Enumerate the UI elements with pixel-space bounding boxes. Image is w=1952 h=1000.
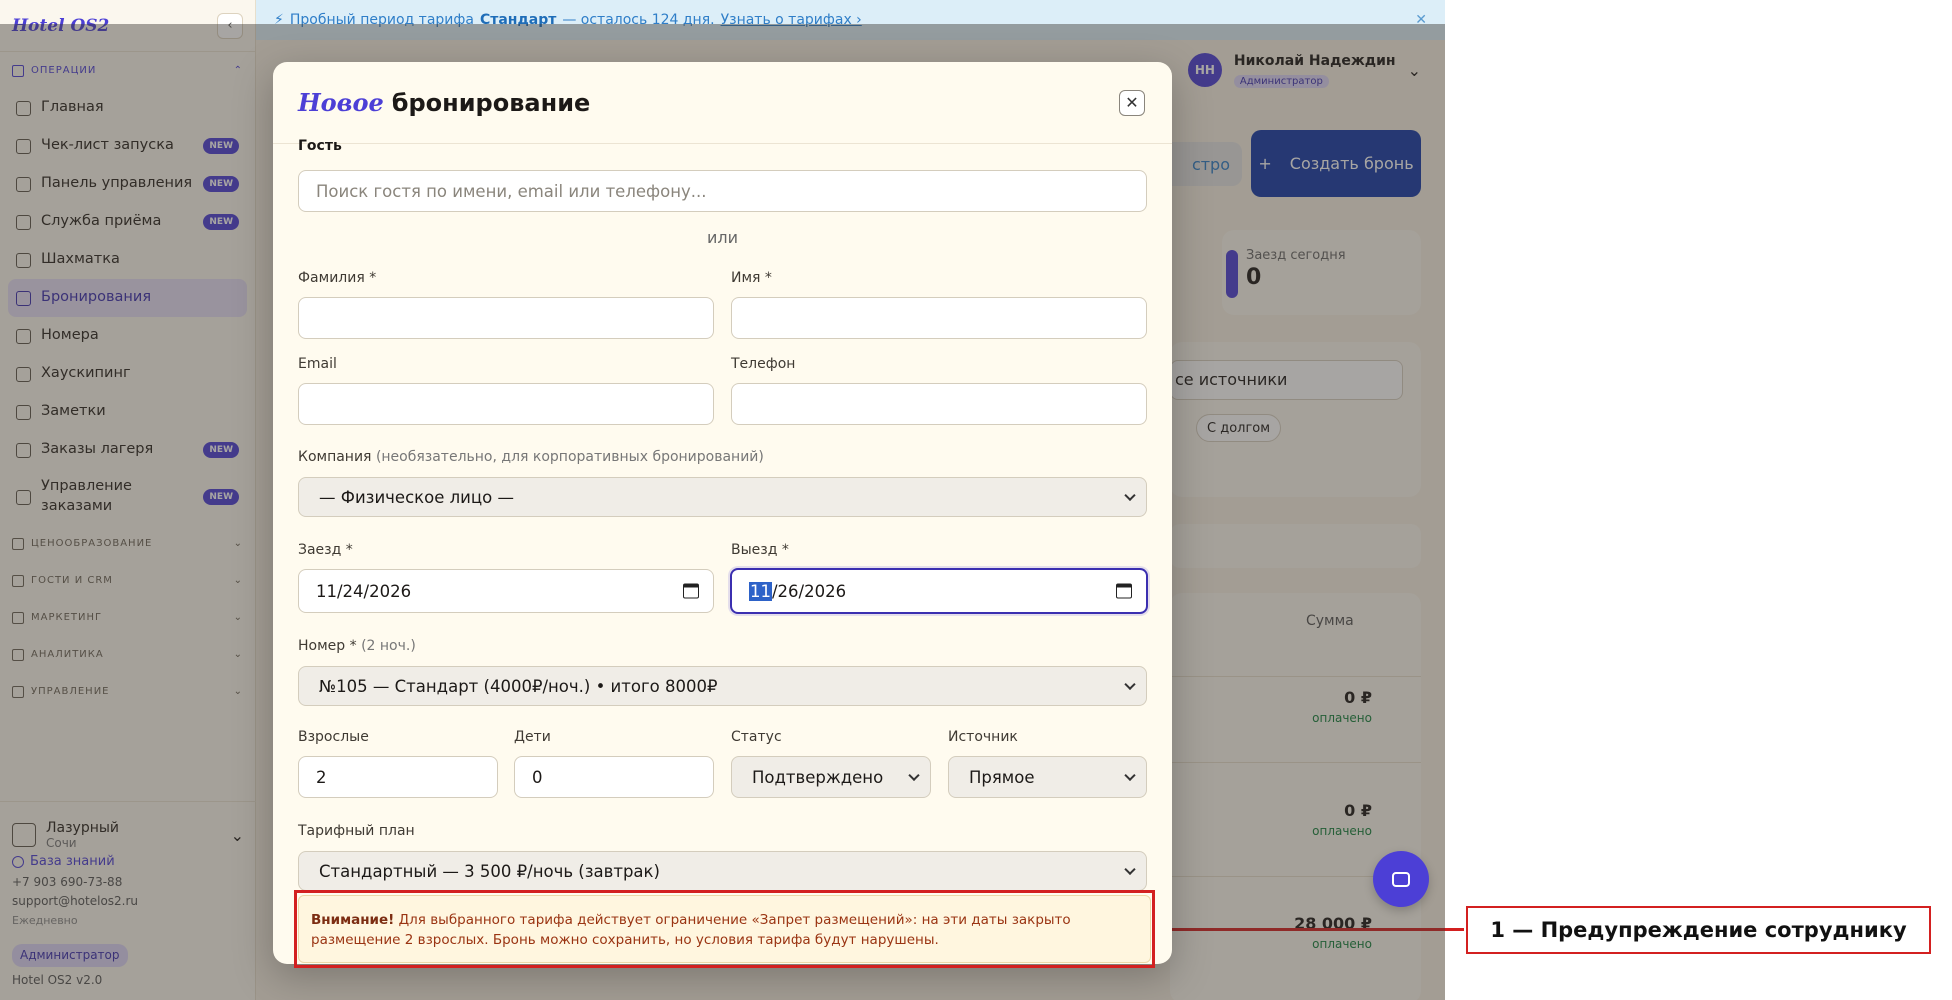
chevron-down-icon [1124, 489, 1136, 502]
first-name-input[interactable] [731, 297, 1147, 339]
guest-search-input[interactable]: Поиск гостя по имени, email или телефону… [298, 170, 1147, 212]
children-input[interactable]: 0 [514, 756, 714, 798]
checkin-date-input[interactable]: 11/24/2026 [298, 569, 714, 613]
adults-label: Взрослые [298, 729, 369, 745]
or-divider: или [707, 228, 739, 247]
source-select[interactable]: Прямое [948, 756, 1147, 798]
annotation-label: 1 — Предупреждение сотруднику [1466, 906, 1931, 954]
email-label: Email [298, 356, 337, 372]
source-select-value: Прямое [969, 767, 1035, 787]
phone-field[interactable] [731, 383, 1147, 425]
checkout-date-rest: /26/2026 [772, 581, 847, 601]
annotation-highlight-box [294, 890, 1155, 968]
checkin-label: Заезд * [298, 542, 353, 558]
company-select[interactable]: — Физическое лицо — [298, 477, 1147, 517]
tariff-label: Тарифный план [298, 823, 415, 839]
modal-title-text: бронирование [391, 89, 591, 117]
room-label: Номер * (2 ноч.) [298, 638, 416, 654]
children-label: Дети [514, 729, 551, 745]
modal-title-accent: Новое [298, 88, 384, 117]
last-name-label: Фамилия * [298, 270, 377, 286]
phone-label: Телефон [731, 356, 796, 372]
company-label-text: Компания [298, 449, 372, 465]
adults-input[interactable]: 2 [298, 756, 498, 798]
calendar-icon[interactable] [1116, 583, 1132, 599]
company-select-value: — Физическое лицо — [319, 487, 514, 507]
chevron-down-icon [1124, 863, 1136, 876]
chevron-down-icon [1124, 769, 1136, 782]
close-modal-button[interactable]: ✕ [1119, 89, 1145, 116]
status-select-value: Подтверждено [752, 767, 884, 787]
modal-header: Новое бронирование ✕ [273, 62, 1172, 144]
new-booking-modal: Новое бронирование ✕ Гость Поиск гостя по… [273, 62, 1172, 964]
modal-title: Новое бронирование [298, 88, 590, 117]
guest-section-label: Гость [298, 138, 342, 154]
source-label: Источник [948, 729, 1018, 745]
room-nights: (2 ноч.) [361, 638, 416, 654]
chat-icon [1392, 871, 1410, 887]
chat-button[interactable] [1373, 851, 1429, 907]
modal-body: Гость Поиск гостя по имени, email или те… [273, 138, 1172, 964]
status-label: Статус [731, 729, 782, 745]
calendar-icon[interactable] [683, 583, 699, 599]
checkin-date-value: 11/24/2026 [316, 581, 412, 601]
checkout-date-input[interactable]: 11/26/2026 [730, 568, 1148, 614]
checkout-month-segment[interactable]: 11 [749, 581, 772, 601]
chevron-down-icon [908, 769, 920, 782]
tariff-select-value: Стандартный — 3 500 ₽/ночь (завтрак) [319, 861, 660, 881]
status-select[interactable]: Подтверждено [731, 756, 931, 798]
room-select[interactable]: №105 — Стандарт (4000₽/ноч.) • итого 800… [298, 666, 1147, 706]
room-select-value: №105 — Стандарт (4000₽/ноч.) • итого 800… [319, 676, 718, 696]
email-field[interactable] [298, 383, 714, 425]
chevron-down-icon [1124, 678, 1136, 691]
room-label-text: Номер * [298, 638, 357, 654]
tariff-select[interactable]: Стандартный — 3 500 ₽/ночь (завтрак) [298, 851, 1147, 891]
checkout-label: Выезд * [731, 542, 789, 558]
last-name-input[interactable] [298, 297, 714, 339]
company-label: Компания (необязательно, для корпоративн… [298, 449, 764, 465]
app-background: Hotel OS2 ‹ Операции ⌃ Главная Чек-лист … [0, 0, 1445, 1000]
first-name-label: Имя * [731, 270, 772, 286]
company-hint: (необязательно, для корпоративных бронир… [375, 449, 764, 465]
